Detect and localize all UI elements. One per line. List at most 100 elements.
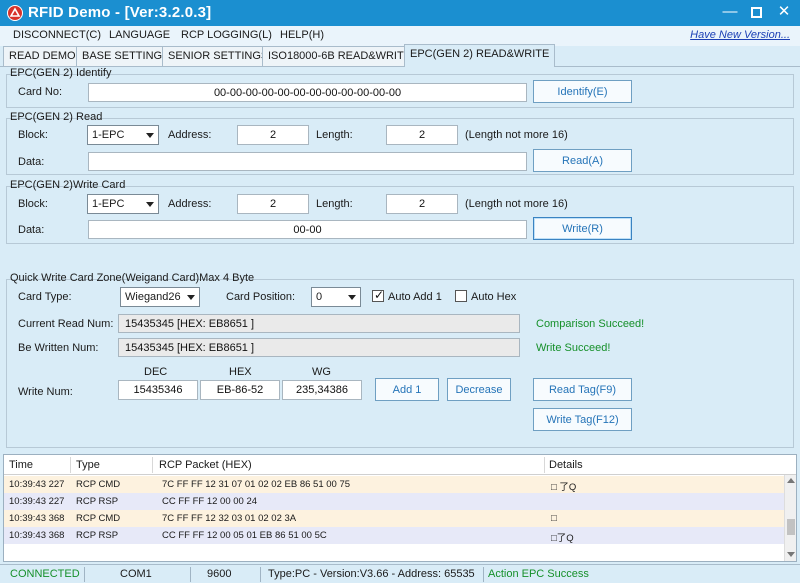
read-length-label: Length: (316, 129, 353, 141)
identify-section-title: EPC(GEN 2) Identify (10, 67, 112, 79)
log-col-type[interactable]: Type (76, 459, 100, 471)
close-button[interactable]: ✕ (770, 0, 798, 26)
log-packet: CC FF FF 12 00 00 24 (162, 496, 258, 507)
write-address-input[interactable]: 2 (237, 194, 309, 214)
status-port: COM1 (120, 568, 152, 580)
wg-column-label: WG (312, 366, 331, 378)
write-block-select[interactable]: 1-EPC (87, 194, 159, 214)
menu-disconnect[interactable]: DISCONNECT(C) (13, 29, 101, 41)
log-row[interactable]: 10:39:43 227 RCP RSP CC FF FF 12 00 00 2… (4, 493, 786, 510)
card-position-select[interactable]: 0 (311, 287, 361, 307)
scroll-thumb[interactable] (787, 519, 795, 535)
log-header: Time Type RCP Packet (HEX) Details (4, 455, 796, 475)
rcp-log-table[interactable]: Time Type RCP Packet (HEX) Details 10:39… (3, 454, 797, 562)
read-block-select[interactable]: 1-EPC (87, 125, 159, 145)
decrease-button[interactable]: Decrease (447, 378, 511, 401)
read-tag-button[interactable]: Read Tag(F9) (533, 378, 632, 401)
log-details: □ 了Q (551, 482, 577, 493)
minimize-button[interactable]: — (716, 0, 744, 26)
read-length-note: (Length not more 16) (465, 129, 568, 141)
auto-hex-label: Auto Hex (471, 291, 517, 303)
card-position-label: Card Position: (226, 291, 296, 303)
minimize-icon: — (722, 3, 738, 20)
write-data-input[interactable]: 00-00 (88, 220, 527, 239)
log-packet: 7C FF FF 12 32 03 01 02 02 3A (162, 513, 297, 524)
write-status: Write Succeed! (536, 342, 611, 354)
write-tag-button[interactable]: Write Tag(F12) (533, 408, 632, 431)
card-type-select[interactable]: Wiegand26 (120, 287, 200, 307)
new-version-link[interactable]: Have New Version... (690, 29, 790, 41)
quick-write-section-title: Quick Write Card Zone(Weigand Card)Max 4… (10, 272, 255, 284)
log-scrollbar[interactable] (784, 475, 796, 561)
read-data-input[interactable] (88, 152, 527, 171)
log-row[interactable]: 10:39:43 368 RCP RSP CC FF FF 12 00 05 0… (4, 527, 786, 544)
log-col-packet[interactable]: RCP Packet (HEX) (159, 459, 252, 471)
auto-hex-checkbox[interactable] (455, 290, 467, 302)
tab-content-border (0, 66, 800, 67)
log-time: 10:39:43 227 (9, 496, 65, 507)
card-position-value: 0 (316, 291, 323, 303)
log-packet: CC FF FF 12 00 05 01 EB 86 51 00 5C (162, 530, 327, 541)
comparison-status: Comparison Succeed! (536, 318, 645, 330)
tab-epc-gen2[interactable]: EPC(GEN 2) READ&WRITE (404, 44, 556, 67)
card-type-value: Wiegand26 (125, 291, 181, 303)
read-address-input[interactable]: 2 (237, 125, 309, 145)
write-section-title: EPC(GEN 2)Write Card (10, 179, 126, 191)
read-block-value: 1-EPC (92, 129, 125, 141)
write-button[interactable]: Write(R) (533, 217, 632, 240)
write-data-label: Data: (18, 224, 45, 236)
scroll-down-icon[interactable] (787, 552, 795, 557)
menu-rcp-logging[interactable]: RCP LOGGING(L) (181, 29, 272, 41)
hex-column-label: HEX (229, 366, 252, 378)
read-address-label: Address: (168, 129, 212, 141)
status-baud: 9600 (207, 568, 232, 580)
chevron-down-icon (187, 295, 195, 300)
hex-input[interactable]: EB-86-52 (200, 380, 280, 400)
read-button[interactable]: Read(A) (533, 149, 632, 172)
wg-input[interactable]: 235,34386 (282, 380, 362, 400)
add-one-button[interactable]: Add 1 (375, 378, 439, 401)
log-type: RCP RSP (76, 530, 119, 541)
status-divider (84, 567, 85, 582)
status-divider (260, 567, 261, 582)
maximize-icon (750, 7, 762, 18)
tab-senior-settings[interactable]: SENIOR SETTINGS (162, 46, 275, 66)
status-device: Type:PC - Version:V3.66 - Address: 65535 (268, 568, 475, 580)
dec-input[interactable]: 15435346 (118, 380, 198, 400)
log-col-details[interactable]: Details (549, 459, 583, 471)
close-icon: ✕ (777, 3, 791, 20)
scroll-up-icon[interactable] (787, 478, 795, 483)
log-row[interactable]: 10:39:43 227 RCP CMD 7C FF FF 12 31 07 0… (4, 476, 786, 493)
write-length-input[interactable]: 2 (386, 194, 458, 214)
read-section-title: EPC(GEN 2) Read (10, 111, 103, 123)
status-bar: CONNECTED COM1 9600 Type:PC - Version:V3… (0, 564, 800, 583)
dec-column-label: DEC (144, 366, 168, 378)
log-time: 10:39:43 368 (9, 530, 65, 541)
be-written-label: Be Written Num: (18, 342, 99, 354)
log-type: RCP RSP (76, 496, 119, 507)
maximize-button[interactable] (742, 0, 770, 26)
tab-base-settings[interactable]: BASE SETTINGS (76, 46, 176, 66)
auto-add-label: Auto Add 1 (388, 291, 442, 303)
chevron-down-icon (146, 202, 154, 207)
log-packet: 7C FF FF 12 31 07 01 02 02 EB 86 51 00 7… (162, 479, 351, 490)
tab-read-demo[interactable]: READ DEMO (3, 46, 82, 66)
write-length-note: (Length not more 16) (465, 198, 568, 210)
log-details: □了Q (551, 533, 574, 544)
identify-button[interactable]: Identify(E) (533, 80, 632, 103)
status-divider (483, 567, 484, 582)
card-no-input[interactable]: 00-00-00-00-00-00-00-00-00-00-00-00 (88, 83, 527, 102)
log-col-time[interactable]: Time (9, 459, 33, 471)
chevron-down-icon (348, 295, 356, 300)
log-row[interactable]: 10:39:43 368 RCP CMD 7C FF FF 12 32 03 0… (4, 510, 786, 527)
read-length-input[interactable]: 2 (386, 125, 458, 145)
current-read-label: Current Read Num: (18, 318, 114, 330)
menu-language[interactable]: LANGUAGE (109, 29, 170, 41)
chevron-down-icon (146, 133, 154, 138)
column-divider (152, 457, 153, 473)
write-block-value: 1-EPC (92, 198, 125, 210)
menu-help[interactable]: HELP(H) (280, 29, 324, 41)
checkmark-icon: ✓ (374, 288, 385, 302)
auto-add-checkbox[interactable]: ✓ (372, 288, 385, 302)
tab-iso18000[interactable]: ISO18000-6B READ&WRITE (262, 46, 418, 66)
